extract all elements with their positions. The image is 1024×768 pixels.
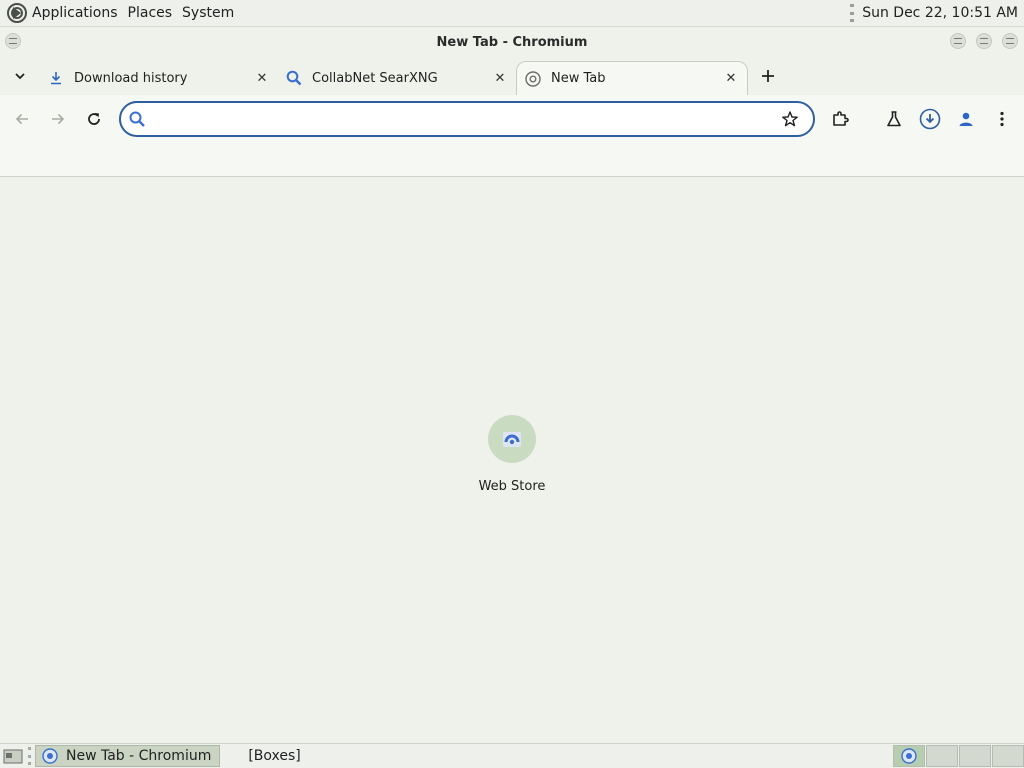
search-icon <box>286 70 302 86</box>
tab-strip: Download history ✕ CollabNet SearXNG ✕ N… <box>0 57 1024 95</box>
arrow-left-icon <box>15 113 28 125</box>
bookmark-star-icon[interactable] <box>781 110 799 128</box>
applications-logo-icon[interactable] <box>7 3 27 23</box>
web-store-icon <box>503 432 521 447</box>
show-desktop-icon[interactable] <box>2 747 24 765</box>
labs-button[interactable] <box>882 107 906 131</box>
tab-download-history[interactable]: Download history ✕ <box>40 61 276 95</box>
arrow-right-icon <box>52 113 65 125</box>
browser-toolbar <box>0 95 1024 143</box>
back-button[interactable] <box>10 107 34 131</box>
tab-new-tab[interactable]: New Tab ✕ <box>516 61 748 95</box>
chromium-icon <box>901 748 917 764</box>
taskbar-item-boxes[interactable]: [Boxes] <box>242 745 308 767</box>
search-icon <box>129 111 145 127</box>
plus-icon <box>762 70 774 82</box>
window-titlebar[interactable]: New Tab - Chromium <box>0 27 1024 57</box>
maximize-button[interactable] <box>976 33 992 49</box>
shortcut-label: Web Store <box>478 479 546 494</box>
panel-grip-icon <box>28 747 31 765</box>
address-input[interactable] <box>155 109 765 129</box>
shortcut-web-store[interactable]: Web Store <box>464 415 560 505</box>
workspace-2[interactable] <box>926 745 958 767</box>
tab-search-button[interactable] <box>10 66 30 86</box>
workspace-4[interactable] <box>992 745 1024 767</box>
taskbar-item-label: [Boxes] <box>248 748 301 764</box>
extensions-button[interactable] <box>828 107 852 131</box>
close-icon[interactable]: ✕ <box>492 70 508 86</box>
more-vertical-icon <box>1000 111 1004 127</box>
taskbar-item-chromium[interactable]: New Tab - Chromium <box>35 745 221 767</box>
menu-button[interactable] <box>990 107 1014 131</box>
tab-label: New Tab <box>551 71 606 86</box>
top-panel: Applications Places System Sun Dec 22, 1… <box>0 0 1024 27</box>
close-window-button[interactable] <box>1002 33 1018 49</box>
flask-icon <box>887 111 901 127</box>
chevron-down-icon <box>15 73 25 80</box>
tab-label: CollabNet SearXNG <box>312 70 438 86</box>
chromium-icon <box>525 70 541 87</box>
window-menu-button[interactable] <box>5 33 21 49</box>
clock[interactable]: Sun Dec 22, 10:51 AM <box>862 5 1018 21</box>
window-title: New Tab - Chromium <box>436 34 588 50</box>
download-circle-icon <box>919 108 941 130</box>
close-icon[interactable]: ✕ <box>254 70 270 86</box>
download-icon <box>48 70 64 86</box>
puzzle-icon <box>833 111 849 126</box>
forward-button[interactable] <box>46 107 70 131</box>
minimize-button[interactable] <box>950 33 966 49</box>
tab-label: Download history <box>74 70 188 86</box>
shortcut-tile[interactable] <box>488 415 536 463</box>
bottom-panel: New Tab - Chromium [Boxes] <box>0 743 1024 768</box>
menu-system[interactable]: System <box>182 5 234 21</box>
menu-places[interactable]: Places <box>128 5 173 21</box>
chromium-icon <box>42 748 58 764</box>
taskbar-item-label: New Tab - Chromium <box>66 748 212 764</box>
downloads-button[interactable] <box>918 107 942 131</box>
new-tab-page: Web Store <box>0 177 1024 743</box>
tab-collabnet-searxng[interactable]: CollabNet SearXNG ✕ <box>278 61 514 95</box>
profile-button[interactable] <box>954 107 978 131</box>
close-icon[interactable]: ✕ <box>723 71 739 87</box>
omnibox[interactable] <box>119 101 815 137</box>
panel-grip-icon <box>850 4 855 22</box>
workspace-3[interactable] <box>959 745 991 767</box>
bookmarks-bar <box>0 143 1024 177</box>
person-icon <box>959 112 973 126</box>
reload-button[interactable] <box>82 107 106 131</box>
reload-icon <box>88 113 100 125</box>
menu-applications[interactable]: Applications <box>32 5 118 21</box>
workspace-1[interactable] <box>893 745 925 767</box>
new-tab-button[interactable] <box>758 66 778 86</box>
